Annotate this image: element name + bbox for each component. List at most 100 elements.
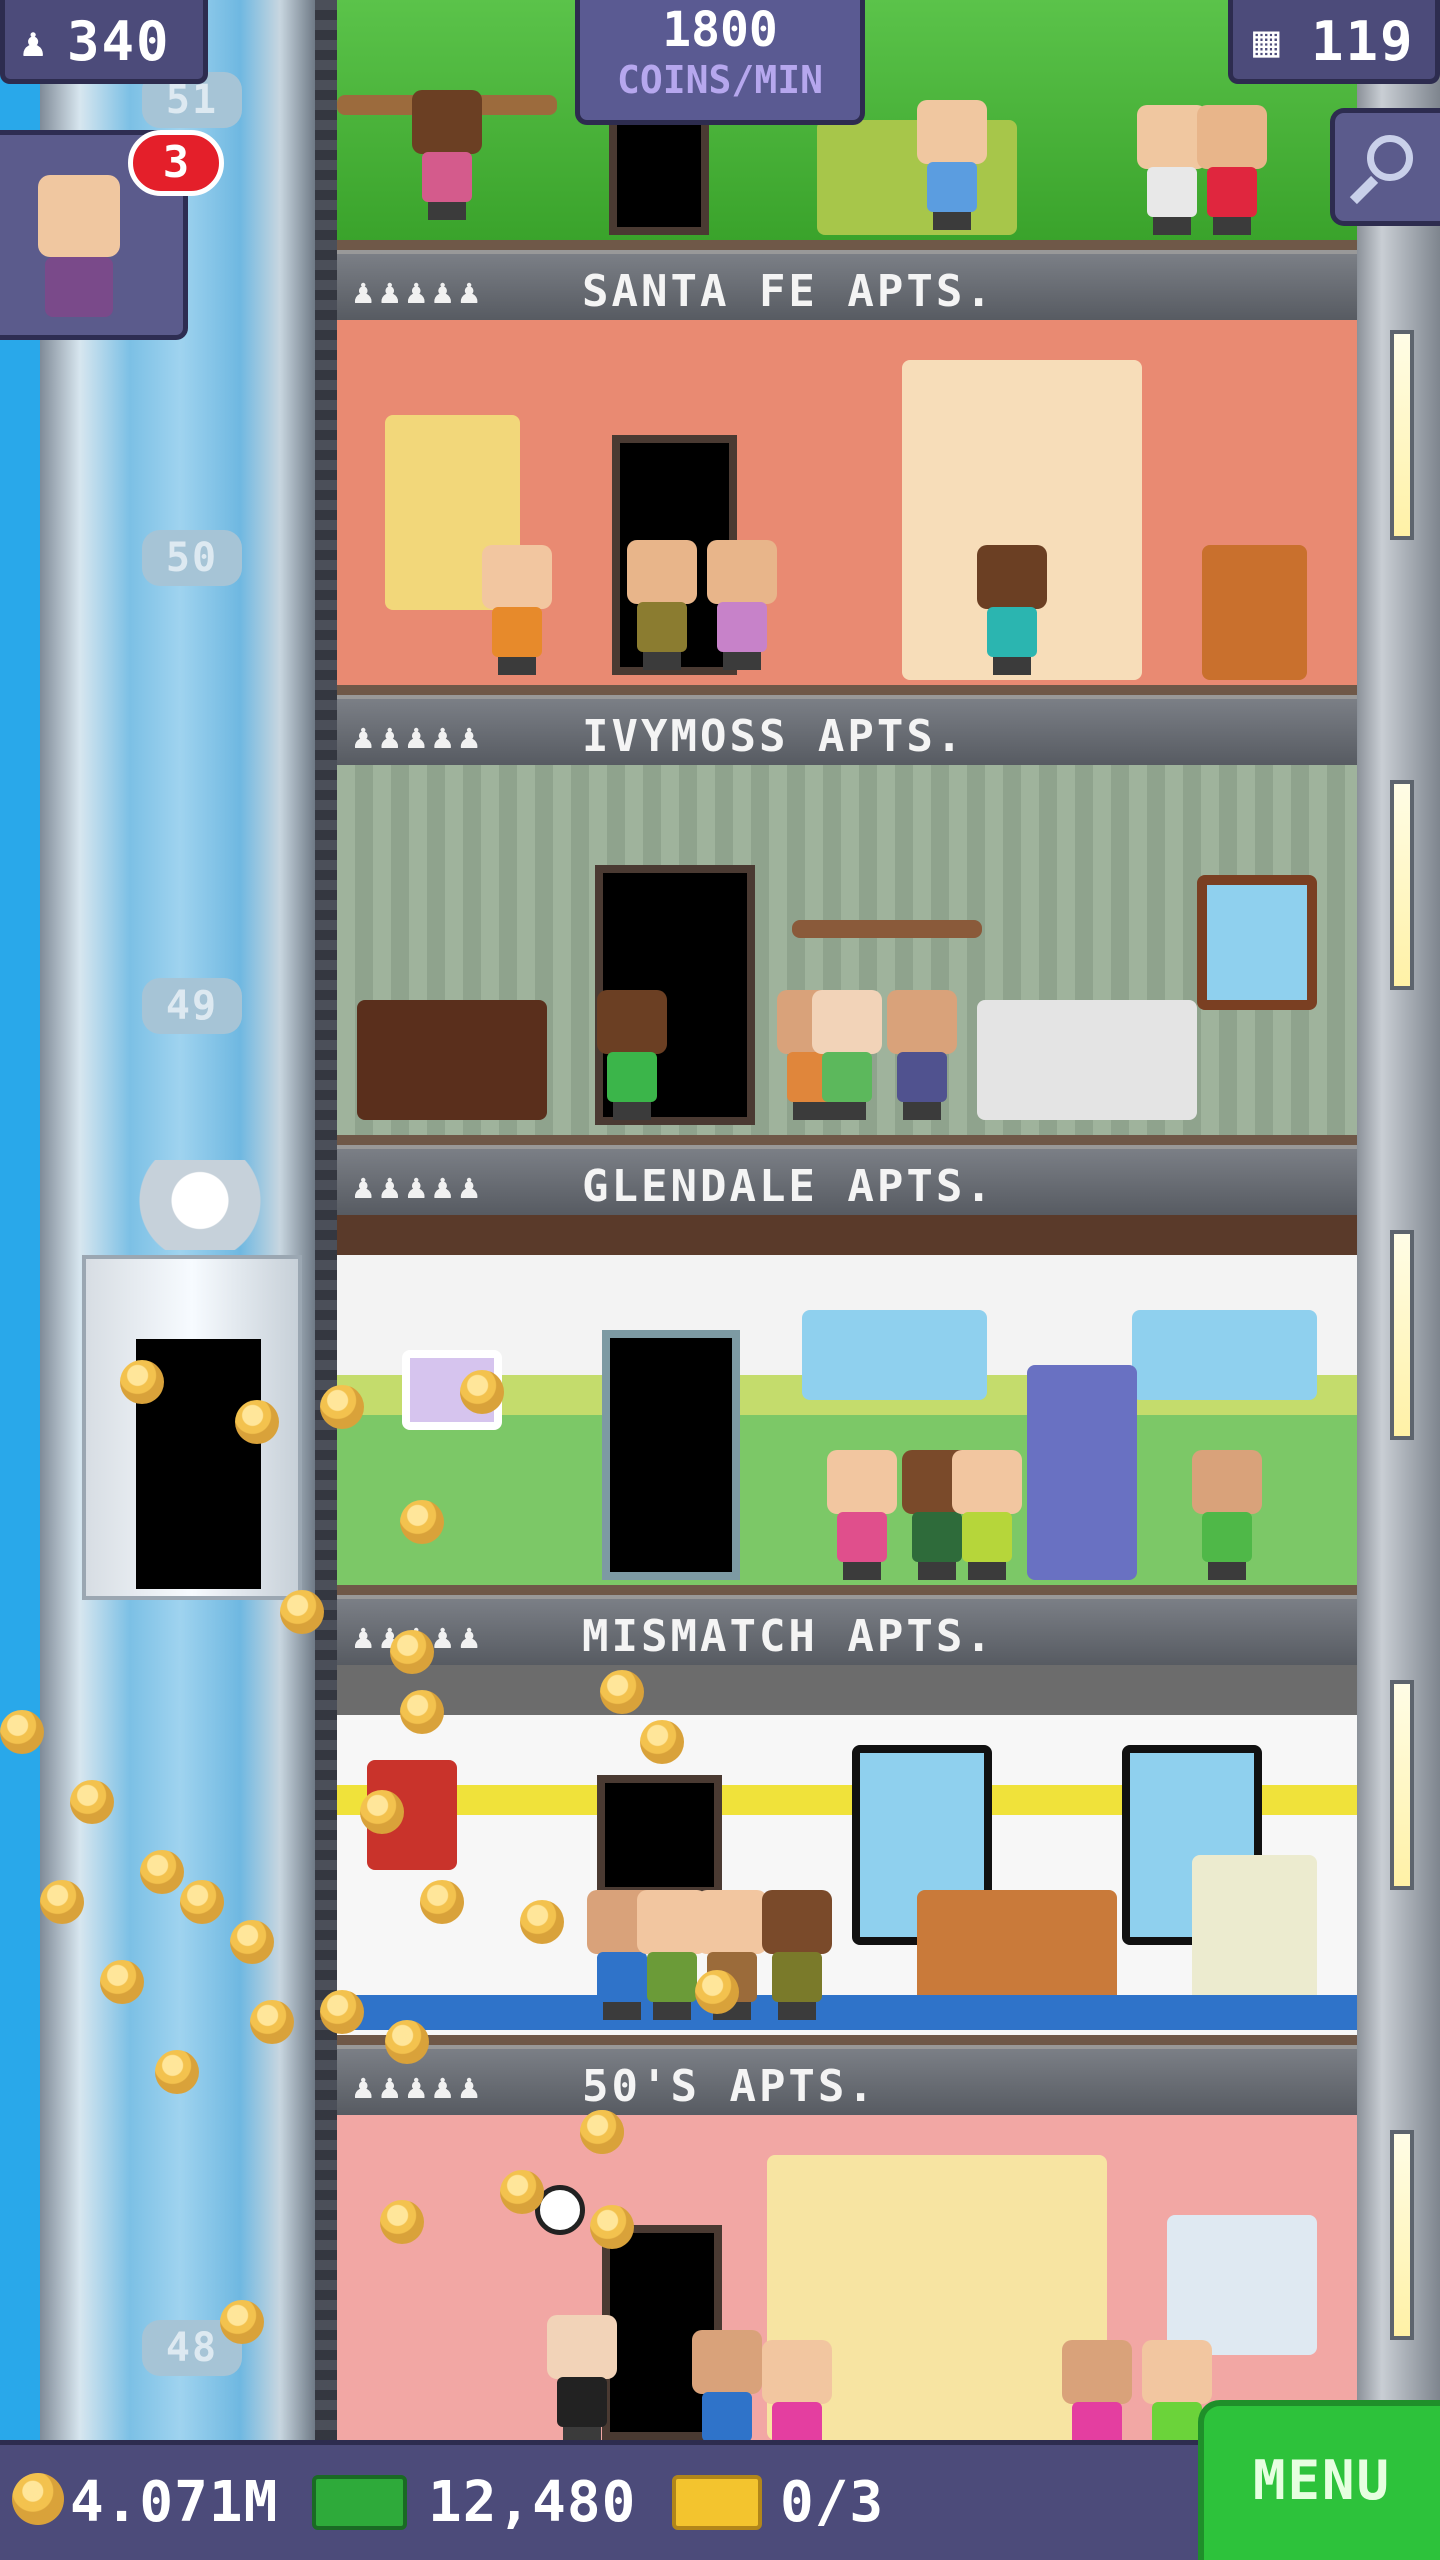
coin-icon [220, 2300, 264, 2344]
tower-frame [315, 0, 337, 2440]
floor-room-ivymoss[interactable] [337, 765, 1357, 1145]
tower-window [1390, 1680, 1414, 1890]
visitor-avatar [38, 175, 120, 257]
coin-icon [520, 1900, 564, 1944]
floor-name: 50'S APTS. [582, 2061, 877, 2112]
resident-count-icon: ♟♟♟♟♟ [353, 717, 486, 757]
coins-total: 4.071M [70, 2470, 279, 2535]
window [1197, 875, 1317, 1010]
visitor-avatar-body [45, 257, 113, 317]
resident[interactable] [692, 2330, 762, 2440]
coin-icon [120, 1360, 164, 1404]
coin-icon [590, 2205, 634, 2249]
coin-icon [320, 1385, 364, 1429]
bux-icon [312, 2475, 407, 2530]
resident[interactable] [917, 100, 987, 230]
resident[interactable] [952, 1450, 1022, 1580]
floor-counter[interactable]: ▦ 119 [1228, 0, 1440, 84]
resident[interactable] [627, 540, 697, 670]
coin-icon [400, 1690, 444, 1734]
sofa [977, 1000, 1197, 1120]
magnifier-icon [1367, 135, 1413, 181]
shaft-floor-label: 50 [142, 530, 242, 586]
sofa [917, 1890, 1117, 2010]
coin-icon [180, 1880, 224, 1924]
resident[interactable] [812, 990, 882, 1120]
resident[interactable] [1192, 1450, 1262, 1580]
window [1167, 2215, 1317, 2355]
floor-door [597, 1775, 722, 1895]
coin-icon [0, 1710, 44, 1754]
floor-door [602, 1330, 740, 1580]
coin-icon [695, 1970, 739, 2014]
coin-icon [280, 1590, 324, 1634]
resident[interactable] [547, 2315, 617, 2440]
coin-icon [460, 1370, 504, 1414]
visitor-count-badge: 3 [128, 130, 224, 196]
tower-window [1390, 1230, 1414, 1440]
resident[interactable] [412, 90, 482, 220]
coin-icon [155, 2050, 199, 2094]
floor-room-50s[interactable] [337, 2115, 1357, 2440]
window [802, 1310, 987, 1400]
floor-name-bar[interactable]: ♟♟♟♟♟ GLENDALE APTS. [337, 1145, 1357, 1215]
floor-door [609, 110, 709, 235]
tv-cabinet [357, 1000, 547, 1120]
golden-ticket-icon [672, 2475, 762, 2530]
tower-window [1390, 780, 1414, 990]
tower-window [1390, 2130, 1414, 2340]
floor-room-santa-fe[interactable] [337, 320, 1357, 695]
resident[interactable] [597, 990, 667, 1120]
floor-name: GLENDALE APTS. [582, 1161, 995, 1212]
resident[interactable] [827, 1450, 897, 1580]
resident[interactable] [1197, 105, 1267, 235]
resident-count-icon: ♟♟♟♟♟ [353, 1167, 486, 1207]
coin-icon [400, 1500, 444, 1544]
coin-icon [40, 1880, 84, 1924]
ceiling [337, 1665, 1357, 1715]
coin-icon [12, 2473, 64, 2525]
coin-icon [600, 1670, 644, 1714]
resident[interactable] [762, 2340, 832, 2440]
floor-name-bar[interactable]: ♟♟♟♟♟ 50'S APTS. [337, 2045, 1357, 2115]
resident[interactable] [977, 545, 1047, 675]
coin-icon [140, 1850, 184, 1894]
resident[interactable] [887, 990, 957, 1120]
armchair [1202, 545, 1307, 680]
bux-total: 12,480 [428, 2470, 637, 2535]
coins-per-minute-value: 1800 [662, 2, 778, 58]
population-counter[interactable]: ♟ 340 [0, 0, 208, 84]
sky-background [0, 0, 40, 2440]
resident[interactable] [482, 545, 552, 675]
population-icon: ♟ [21, 20, 48, 66]
floor-name: MISMATCH APTS. [582, 1611, 995, 1662]
menu-button[interactable]: MENU [1198, 2400, 1440, 2560]
floor-name-bar[interactable]: ♟♟♟♟♟ IVYMOSS APTS. [337, 695, 1357, 765]
resident[interactable] [762, 1890, 832, 2020]
coins-per-minute-panel: 1800 COINS/MIN [575, 0, 865, 125]
tower-window [1390, 330, 1414, 540]
bookshelf [792, 920, 982, 938]
coin-icon [380, 2200, 424, 2244]
fridge [1027, 1365, 1137, 1580]
rug [337, 1995, 1357, 2030]
coin-icon [250, 2000, 294, 2044]
resident[interactable] [707, 540, 777, 670]
coin-icon [640, 1720, 684, 1764]
floor-name-bar[interactable]: ♟♟♟♟♟ MISMATCH APTS. [337, 1595, 1357, 1665]
floor-name: IVYMOSS APTS. [582, 711, 966, 762]
search-button[interactable] [1330, 108, 1440, 226]
floor-count-value: 119 [1311, 10, 1415, 73]
elevator-light [120, 1160, 280, 1250]
coin-icon [230, 1920, 274, 1964]
coin-icon [420, 1880, 464, 1924]
resident[interactable] [1062, 2340, 1132, 2440]
coin-icon [500, 2170, 544, 2214]
floor-name-bar[interactable]: ♟♟♟♟♟ SANTA FE APTS. [337, 250, 1357, 320]
magnifier-handle [1349, 175, 1379, 205]
floor-room-mismatch[interactable] [337, 1665, 1357, 2045]
resident-count-icon: ♟♟♟♟♟ [353, 2067, 486, 2107]
ceiling-beams [337, 1215, 1357, 1255]
coin-icon [580, 2110, 624, 2154]
coin-icon [390, 1630, 434, 1674]
